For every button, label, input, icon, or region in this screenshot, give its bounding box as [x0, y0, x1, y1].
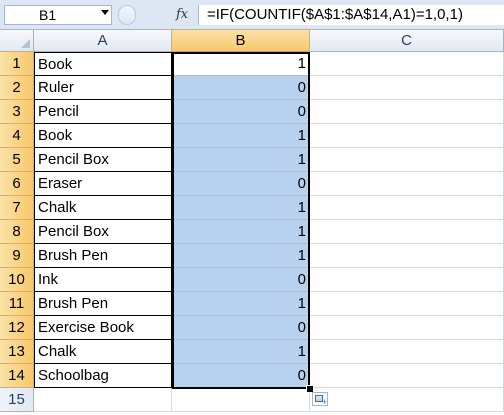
- row-header[interactable]: 11: [0, 292, 34, 316]
- cell-b[interactable]: 0: [172, 316, 310, 340]
- cell-b[interactable]: 0: [172, 268, 310, 292]
- row-header[interactable]: 14: [0, 364, 34, 388]
- cell-c[interactable]: [310, 340, 504, 364]
- cell-a[interactable]: Schoolbag: [34, 364, 172, 388]
- row-header[interactable]: 2: [0, 76, 34, 100]
- cell-c[interactable]: [310, 220, 504, 244]
- row-header[interactable]: 8: [0, 220, 34, 244]
- cell-c[interactable]: [310, 292, 504, 316]
- cell-a[interactable]: Chalk: [34, 340, 172, 364]
- cell-b[interactable]: 0: [172, 364, 310, 388]
- cell-b[interactable]: 1: [172, 292, 310, 316]
- cell-c[interactable]: [310, 148, 504, 172]
- cell-a[interactable]: Pencil: [34, 100, 172, 124]
- cell-c[interactable]: [310, 364, 504, 388]
- row-header[interactable]: 7: [0, 196, 34, 220]
- row-header[interactable]: 15: [0, 388, 34, 412]
- cell-b[interactable]: 1: [172, 52, 310, 76]
- cell-b[interactable]: 1: [172, 220, 310, 244]
- cell-a[interactable]: Book: [34, 124, 172, 148]
- row-header[interactable]: 6: [0, 172, 34, 196]
- cell-c[interactable]: [310, 100, 504, 124]
- cell-a[interactable]: Brush Pen: [34, 292, 172, 316]
- cell-c[interactable]: [310, 76, 504, 100]
- cell-c[interactable]: [310, 268, 504, 292]
- cell-b[interactable]: 0: [172, 172, 310, 196]
- cell-b[interactable]: 0: [172, 76, 310, 100]
- cell-c[interactable]: [310, 52, 504, 76]
- cell-a[interactable]: Chalk: [34, 196, 172, 220]
- cell-b[interactable]: 1: [172, 244, 310, 268]
- insert-function-icon[interactable]: fx: [176, 7, 188, 22]
- row-header[interactable]: 4: [0, 124, 34, 148]
- row-header[interactable]: 5: [0, 148, 34, 172]
- column-header-a[interactable]: A: [34, 30, 172, 52]
- select-all-corner[interactable]: [0, 30, 34, 52]
- cell-b[interactable]: 1: [172, 148, 310, 172]
- row-header[interactable]: 3: [0, 100, 34, 124]
- formula-bar: B1 fx =IF(COUNTIF($A$1:$A$14,A1)=1,0,1): [0, 0, 504, 30]
- cell-c[interactable]: [310, 172, 504, 196]
- cell-b[interactable]: 1: [172, 124, 310, 148]
- formula-bar-divider[interactable]: [118, 5, 136, 25]
- cell-c[interactable]: [310, 196, 504, 220]
- cell-a[interactable]: Pencil Box: [34, 148, 172, 172]
- cell-b[interactable]: 1: [172, 340, 310, 364]
- row-header[interactable]: 1: [0, 52, 34, 76]
- cell-a[interactable]: Ruler: [34, 76, 172, 100]
- cell-a[interactable]: [34, 388, 172, 412]
- column-header-c[interactable]: C: [310, 30, 504, 52]
- cell-c[interactable]: [310, 388, 504, 412]
- cell-a[interactable]: Book: [34, 52, 172, 76]
- row-header[interactable]: 9: [0, 244, 34, 268]
- cell-b[interactable]: [172, 388, 310, 412]
- cell-a[interactable]: Brush Pen: [34, 244, 172, 268]
- cell-c[interactable]: [310, 316, 504, 340]
- cell-a[interactable]: Pencil Box: [34, 220, 172, 244]
- cell-a[interactable]: Eraser: [34, 172, 172, 196]
- cell-b[interactable]: 0: [172, 100, 310, 124]
- auto-fill-options-button[interactable]: +: [312, 392, 328, 407]
- cell-a[interactable]: Ink: [34, 268, 172, 292]
- select-all-triangle-icon: [21, 39, 30, 48]
- chevron-down-icon[interactable]: [101, 10, 109, 15]
- row-header[interactable]: 12: [0, 316, 34, 340]
- plus-icon: +: [322, 397, 328, 407]
- formula-input[interactable]: =IF(COUNTIF($A$1:$A$14,A1)=1,0,1): [198, 5, 504, 25]
- row-header[interactable]: 10: [0, 268, 34, 292]
- cell-b[interactable]: 1: [172, 196, 310, 220]
- name-box[interactable]: B1: [4, 5, 112, 25]
- cell-a[interactable]: Exercise Book: [34, 316, 172, 340]
- cell-c[interactable]: [310, 124, 504, 148]
- row-header[interactable]: 13: [0, 340, 34, 364]
- cell-c[interactable]: [310, 244, 504, 268]
- column-header-b[interactable]: B: [172, 30, 310, 52]
